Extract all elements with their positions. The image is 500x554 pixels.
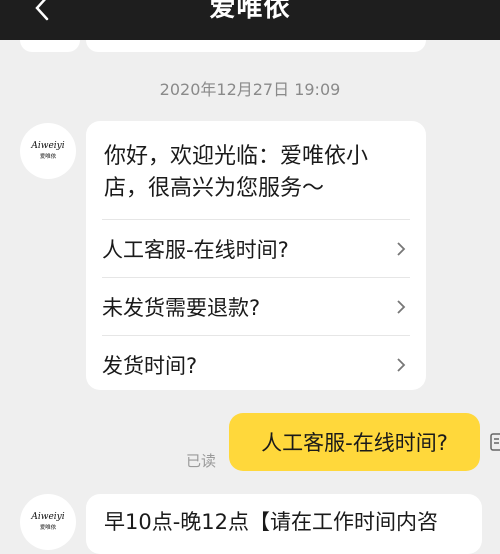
top-bar: 爱唯依 (0, 0, 500, 40)
bot-avatar[interactable]: Aiweiyi 爱唯依 (20, 494, 76, 550)
welcome-greeting: 你好，欢迎光临：爱唯依小店，很高兴为您服务～ (104, 144, 369, 201)
previous-avatar-fragment (20, 40, 80, 52)
avatar-brand-text: Aiweiyi (31, 512, 65, 522)
bot-reply-text: 早10点-晚12点【请在工作时间内咨 (104, 510, 439, 534)
faq-item-label: 发货时间? (102, 353, 198, 378)
previous-message-fragment (86, 40, 426, 52)
read-status: 已读 (186, 452, 217, 470)
welcome-message-bubble: 你好，欢迎光临：爱唯依小店，很高兴为您服务～ 人工客服-在线时间? 未发货需要退… (86, 121, 426, 390)
bot-reply-bubble: 早10点-晚12点【请在工作时间内咨 (86, 494, 482, 554)
avatar-brand-text: Aiweiyi (31, 141, 65, 151)
message-timestamp: 2020年12月27日 19:09 (159, 80, 341, 99)
faq-item-shipping-time[interactable]: 发货时间? (102, 335, 410, 393)
faq-item-label: 未发货需要退款? (102, 295, 261, 320)
bot-avatar[interactable]: Aiweiyi 爱唯依 (20, 123, 76, 179)
chevron-right-icon (396, 297, 410, 317)
chevron-right-icon (396, 239, 410, 259)
faq-item-label: 人工客服-在线时间? (102, 237, 289, 262)
user-message-text: 人工客服-在线时间? (261, 431, 448, 455)
page-title: 爱唯依 (209, 0, 291, 23)
avatar-name-text: 爱唯依 (39, 524, 57, 531)
user-message-bubble: 人工客服-在线时间? (229, 413, 480, 471)
faq-item-refund[interactable]: 未发货需要退款? (102, 277, 410, 335)
avatar-name-text: 爱唯依 (39, 153, 57, 160)
faq-item-online-hours[interactable]: 人工客服-在线时间? (102, 219, 410, 277)
chevron-right-icon (396, 355, 410, 375)
user-avatar-icon[interactable] (490, 427, 500, 457)
